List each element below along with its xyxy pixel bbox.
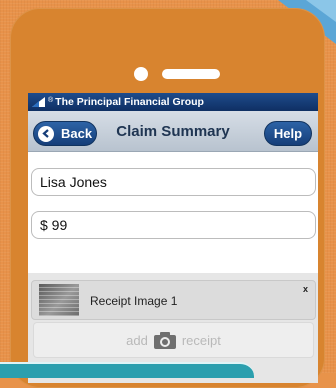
teal-banner (0, 362, 254, 378)
principal-logo-icon (32, 97, 45, 107)
camera-dot (134, 67, 148, 81)
add-receipt-label-receipt: receipt (181, 332, 221, 348)
receipt-item[interactable]: Receipt Image 1 x (31, 280, 316, 320)
carrier-bar: ® The Principal Financial Group (28, 93, 318, 111)
help-button[interactable]: Help (264, 121, 312, 146)
remove-receipt-button[interactable]: x (303, 284, 308, 294)
add-receipt-label-add: add (126, 332, 148, 348)
camera-icon (153, 331, 176, 349)
carrier-name: The Principal Financial Group (55, 96, 204, 108)
speaker-slot (162, 69, 220, 79)
receipt-label: Receipt Image 1 (90, 294, 178, 308)
claimant-name-field[interactable]: Lisa Jones (31, 168, 316, 196)
registered-mark: ® (48, 96, 54, 104)
claim-amount-field[interactable]: $ 99 (31, 211, 316, 239)
receipt-thumbnail[interactable] (39, 284, 79, 316)
navigation-bar: Back Claim Summary Help (28, 111, 318, 152)
app-screen: ® The Principal Financial Group Back Cla… (28, 93, 318, 383)
add-receipt-button[interactable]: add receipt (33, 322, 314, 358)
